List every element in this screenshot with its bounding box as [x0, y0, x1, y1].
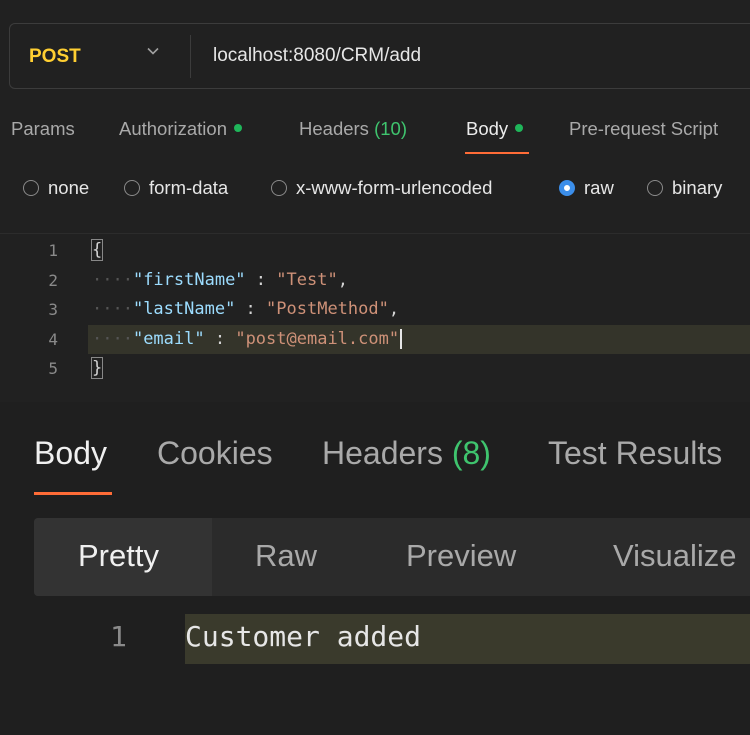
json-sep: :: [204, 329, 236, 349]
tab-headers-label: Headers: [299, 118, 369, 139]
view-preview[interactable]: Preview: [406, 538, 516, 574]
radio-circle-icon: [271, 180, 287, 196]
response-tab-test-results[interactable]: Test Results: [548, 435, 722, 472]
line-number: 4: [48, 330, 58, 349]
url-input[interactable]: localhost:8080/CRM/add: [213, 45, 421, 67]
radio-none[interactable]: none: [23, 177, 89, 199]
radio-binary[interactable]: binary: [647, 177, 722, 199]
view-mode-bar: Pretty Raw Preview Visualize: [34, 518, 750, 596]
tab-authorization[interactable]: Authorization: [119, 118, 242, 140]
code-line[interactable]: ····"lastName" : "PostMethod",: [92, 299, 399, 319]
json-sep: :: [245, 270, 277, 290]
json-value: "post@email.com": [235, 329, 400, 349]
tab-body-label: Body: [466, 118, 509, 139]
tab-body[interactable]: Body: [466, 118, 524, 140]
radio-label: raw: [584, 177, 614, 198]
radio-x-www-form-urlencoded[interactable]: x-www-form-urlencoded: [271, 177, 492, 199]
tab-headers[interactable]: Headers (10): [299, 118, 407, 140]
json-value: "Test": [276, 270, 338, 290]
response-tab-headers-count: (8): [451, 435, 491, 471]
text-cursor: [400, 329, 403, 349]
tab-authorization-label: Authorization: [119, 118, 227, 139]
radio-selected-icon: [559, 180, 575, 196]
json-key: "email": [132, 329, 205, 349]
json-value: "PostMethod": [266, 299, 389, 319]
line-number: 5: [48, 359, 58, 378]
code-line[interactable]: }: [90, 357, 104, 379]
code-line[interactable]: ····"email" : "post@email.com": [92, 329, 403, 349]
url-bar: POST localhost:8080/CRM/add: [9, 23, 750, 89]
tab-headers-count: (10): [374, 118, 407, 139]
tab-pre-request-script[interactable]: Pre-request Script: [569, 118, 718, 140]
radio-label: form-data: [149, 177, 229, 198]
response-tab-headers[interactable]: Headers (8): [322, 435, 491, 472]
status-dot-icon: [515, 124, 524, 133]
radio-label: x-www-form-urlencoded: [296, 177, 493, 198]
request-panel: POST localhost:8080/CRM/add Params Autho…: [0, 0, 750, 400]
response-line-number: 1: [110, 620, 127, 653]
json-comma: ,: [337, 270, 348, 290]
response-tab-headers-label: Headers: [322, 435, 443, 471]
radio-circle-icon: [124, 180, 140, 196]
open-brace: {: [90, 239, 104, 261]
json-comma: ,: [388, 299, 400, 319]
response-body-text: Customer added: [185, 620, 422, 653]
status-dot-icon: [233, 124, 242, 133]
response-tab-body[interactable]: Body: [34, 435, 107, 472]
radio-circle-icon: [23, 180, 39, 196]
radio-form-data[interactable]: form-data: [124, 177, 228, 199]
chevron-down-icon[interactable]: [146, 44, 160, 58]
code-line[interactable]: ····"firstName" : "Test",: [92, 270, 348, 290]
active-tab-indicator: [465, 152, 529, 154]
json-key: "firstName": [132, 270, 246, 290]
divider: [190, 35, 191, 78]
method-select[interactable]: POST: [29, 46, 81, 68]
view-visualize[interactable]: Visualize: [613, 538, 737, 574]
tab-params[interactable]: Params: [11, 118, 75, 140]
response-panel: Body Cookies Headers (8) Test Results Pr…: [0, 402, 750, 735]
code-line[interactable]: {: [90, 239, 104, 261]
radio-label: none: [48, 177, 90, 198]
active-tab-indicator: [34, 492, 112, 495]
line-number: 3: [48, 300, 58, 319]
line-number: 2: [48, 271, 58, 290]
close-brace: }: [90, 357, 104, 379]
radio-raw[interactable]: raw: [559, 177, 614, 199]
divider: [0, 233, 750, 234]
view-raw[interactable]: Raw: [255, 538, 317, 574]
json-key: "lastName": [132, 299, 236, 319]
radio-circle-icon: [647, 180, 663, 196]
json-sep: :: [235, 299, 267, 319]
response-tab-cookies[interactable]: Cookies: [157, 435, 273, 472]
view-pretty[interactable]: Pretty: [78, 538, 159, 574]
line-number: 1: [48, 241, 58, 260]
radio-label: binary: [672, 177, 723, 198]
